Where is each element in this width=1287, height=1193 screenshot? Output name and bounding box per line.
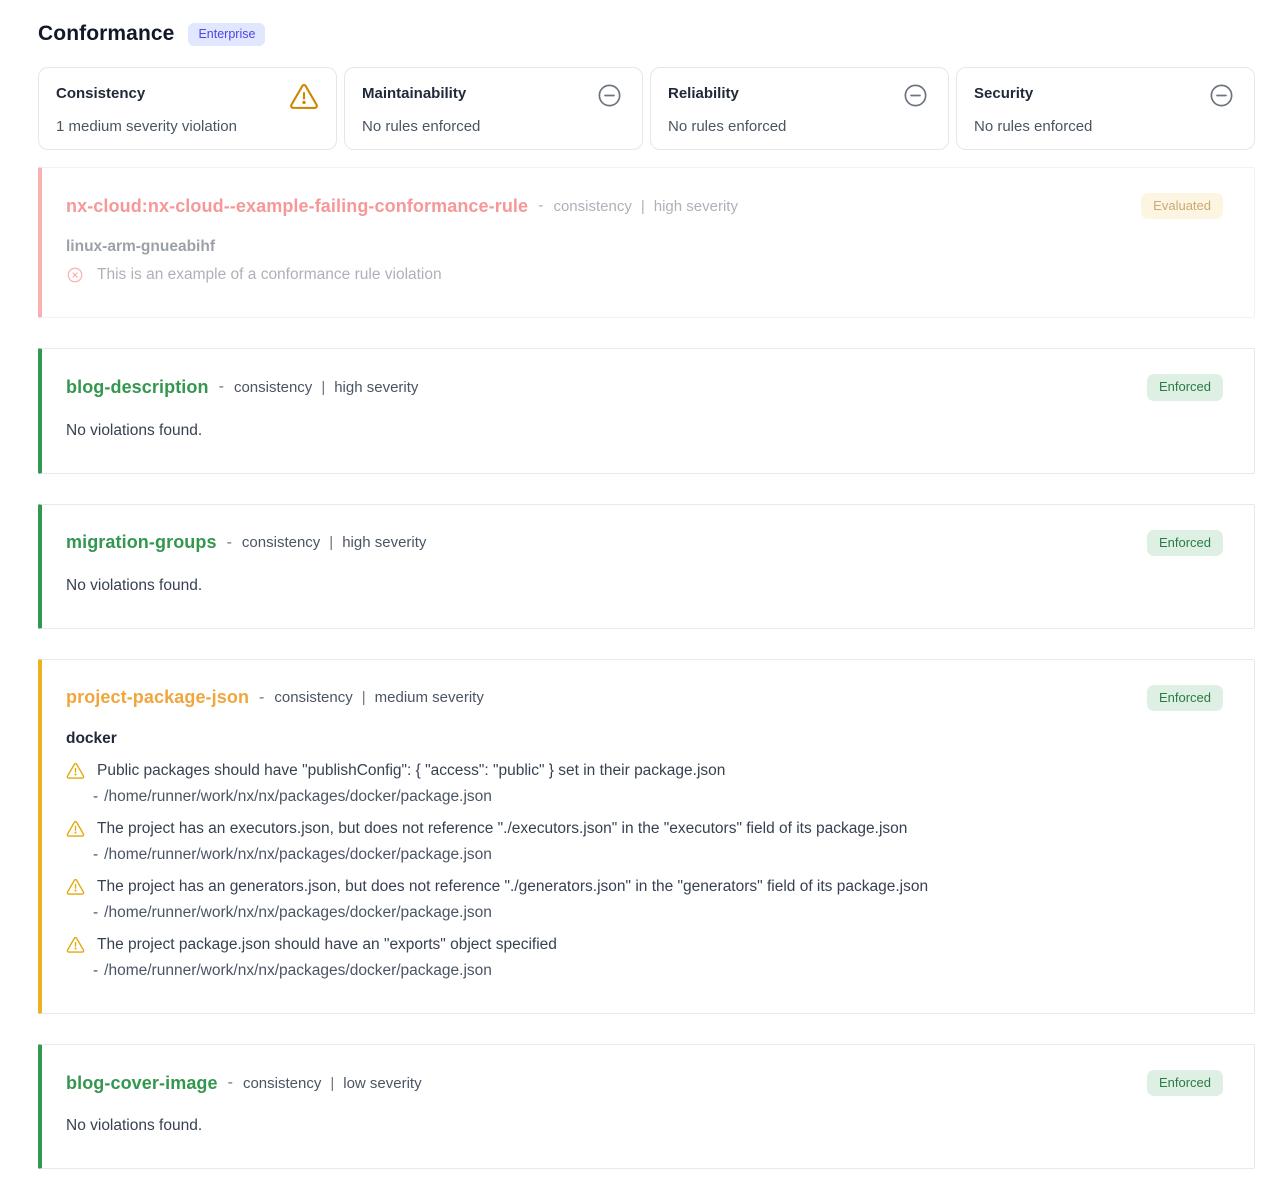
warning-triangle-icon xyxy=(66,935,85,954)
status-badge-enforced: Enforced xyxy=(1147,685,1223,711)
page-title: Conformance xyxy=(38,22,174,46)
minus-circle-icon xyxy=(596,82,623,109)
rule-category: consistency xyxy=(243,1075,321,1092)
violation-row: This is an example of a conformance rule… xyxy=(66,266,1223,284)
summary-card-reliability: Reliability No rules enforced xyxy=(650,67,949,150)
status-badge-enforced: Enforced xyxy=(1147,374,1223,400)
pipe-separator: | xyxy=(321,379,325,396)
rule-name-link[interactable]: blog-cover-image xyxy=(66,1073,218,1094)
warning-triangle-icon xyxy=(289,81,319,111)
summary-card-status: No rules enforced xyxy=(974,118,1237,135)
no-violations-text: No violations found. xyxy=(66,422,1223,440)
rule-name-link[interactable]: blog-description xyxy=(66,377,209,398)
summary-card-title: Consistency xyxy=(56,81,145,102)
summary-card-security: Security No rules enforced xyxy=(956,67,1255,150)
rule-name-link[interactable]: project-package-json xyxy=(66,687,249,708)
summary-card-title: Reliability xyxy=(668,81,739,102)
file-path: /home/runner/work/nx/nx/packages/docker/… xyxy=(104,788,492,805)
separator: - xyxy=(219,378,224,396)
rule-header: migration-groups - consistency | high se… xyxy=(66,530,1223,556)
rule-card-blog-description: blog-description - consistency | high se… xyxy=(38,348,1255,473)
violation-item: The project package.json should have an … xyxy=(66,935,1223,980)
pipe-separator: | xyxy=(641,198,645,215)
violation-message: The project has an executors.json, but d… xyxy=(97,820,907,838)
project-name: linux-arm-gnueabihf xyxy=(66,238,1223,256)
summary-card-consistency: Consistency 1 medium severity violation xyxy=(38,67,337,150)
rule-name-link[interactable]: nx-cloud:nx-cloud--example-failing-confo… xyxy=(66,196,528,217)
rule-header: blog-cover-image - consistency | low sev… xyxy=(66,1070,1223,1096)
rule-header: project-package-json - consistency | med… xyxy=(66,685,1223,711)
file-path: /home/runner/work/nx/nx/packages/docker/… xyxy=(104,962,492,979)
pipe-separator: | xyxy=(329,534,333,551)
summary-card-status: 1 medium severity violation xyxy=(56,118,319,135)
rule-severity: high severity xyxy=(654,198,738,215)
summary-cards-row: Consistency 1 medium severity violation … xyxy=(38,67,1255,150)
x-circle-icon xyxy=(66,266,84,284)
rule-category: consistency xyxy=(553,198,631,215)
violation-item: The project has an generators.json, but … xyxy=(66,877,1223,922)
project-name: docker xyxy=(66,730,1223,748)
rule-meta: consistency | high severity xyxy=(553,198,738,215)
rule-meta: consistency | high severity xyxy=(242,534,427,551)
enterprise-badge: Enterprise xyxy=(188,23,265,46)
summary-card-status: No rules enforced xyxy=(362,118,625,135)
file-path: /home/runner/work/nx/nx/packages/docker/… xyxy=(104,904,492,921)
rule-meta: consistency | medium severity xyxy=(274,689,483,706)
violation-message: The project package.json should have an … xyxy=(97,936,557,954)
rule-severity: medium severity xyxy=(375,689,484,706)
separator: - xyxy=(93,846,98,863)
violation-item: Public packages should have "publishConf… xyxy=(66,761,1223,806)
rule-header: blog-description - consistency | high se… xyxy=(66,374,1223,400)
separator: - xyxy=(259,689,264,707)
pipe-separator: | xyxy=(362,689,366,706)
warning-triangle-icon xyxy=(66,761,85,780)
rule-card-project-package-json: project-package-json - consistency | med… xyxy=(38,659,1255,1014)
status-badge-enforced: Enforced xyxy=(1147,1070,1223,1096)
rule-meta: consistency | low severity xyxy=(243,1075,422,1092)
rule-category: consistency xyxy=(242,534,320,551)
minus-circle-icon xyxy=(902,82,929,109)
warning-triangle-icon xyxy=(66,877,85,896)
rule-card-blog-cover-image: blog-cover-image - consistency | low sev… xyxy=(38,1044,1255,1169)
summary-card-maintainability: Maintainability No rules enforced xyxy=(344,67,643,150)
rule-name-link[interactable]: migration-groups xyxy=(66,532,217,553)
rule-category: consistency xyxy=(234,379,312,396)
violation-path: -/home/runner/work/nx/nx/packages/docker… xyxy=(66,904,1223,922)
rule-card-migration-groups: migration-groups - consistency | high se… xyxy=(38,504,1255,629)
separator: - xyxy=(93,962,98,979)
violation-message: The project has an generators.json, but … xyxy=(97,878,928,896)
violation-message: Public packages should have "publishConf… xyxy=(97,762,725,780)
file-path: /home/runner/work/nx/nx/packages/docker/… xyxy=(104,846,492,863)
minus-circle-icon xyxy=(1208,82,1235,109)
violation-item: The project has an executors.json, but d… xyxy=(66,819,1223,864)
page-header: Conformance Enterprise xyxy=(38,22,1255,46)
violation-path: -/home/runner/work/nx/nx/packages/docker… xyxy=(66,962,1223,980)
warning-triangle-icon xyxy=(66,819,85,838)
separator: - xyxy=(93,904,98,921)
rule-category: consistency xyxy=(274,689,352,706)
separator: - xyxy=(538,197,543,215)
pipe-separator: | xyxy=(330,1075,334,1092)
violation-path: -/home/runner/work/nx/nx/packages/docker… xyxy=(66,788,1223,806)
rule-meta: consistency | high severity xyxy=(234,379,419,396)
summary-card-title: Security xyxy=(974,81,1033,102)
separator: - xyxy=(93,788,98,805)
rule-severity: high severity xyxy=(342,534,426,551)
separator: - xyxy=(227,534,232,552)
no-violations-text: No violations found. xyxy=(66,1117,1223,1135)
rule-header: nx-cloud:nx-cloud--example-failing-confo… xyxy=(66,193,1223,219)
violation-path: -/home/runner/work/nx/nx/packages/docker… xyxy=(66,846,1223,864)
status-badge-evaluated: Evaluated xyxy=(1141,193,1223,219)
separator: - xyxy=(228,1074,233,1092)
status-badge-enforced: Enforced xyxy=(1147,530,1223,556)
summary-card-title: Maintainability xyxy=(362,81,466,102)
rule-severity: low severity xyxy=(343,1075,421,1092)
violation-message: This is an example of a conformance rule… xyxy=(97,266,442,284)
summary-card-status: No rules enforced xyxy=(668,118,931,135)
no-violations-text: No violations found. xyxy=(66,577,1223,595)
rule-card-example-failing: nx-cloud:nx-cloud--example-failing-confo… xyxy=(38,167,1255,318)
conformance-page: Conformance Enterprise Consistency 1 med… xyxy=(0,0,1287,1169)
rule-severity: high severity xyxy=(334,379,418,396)
